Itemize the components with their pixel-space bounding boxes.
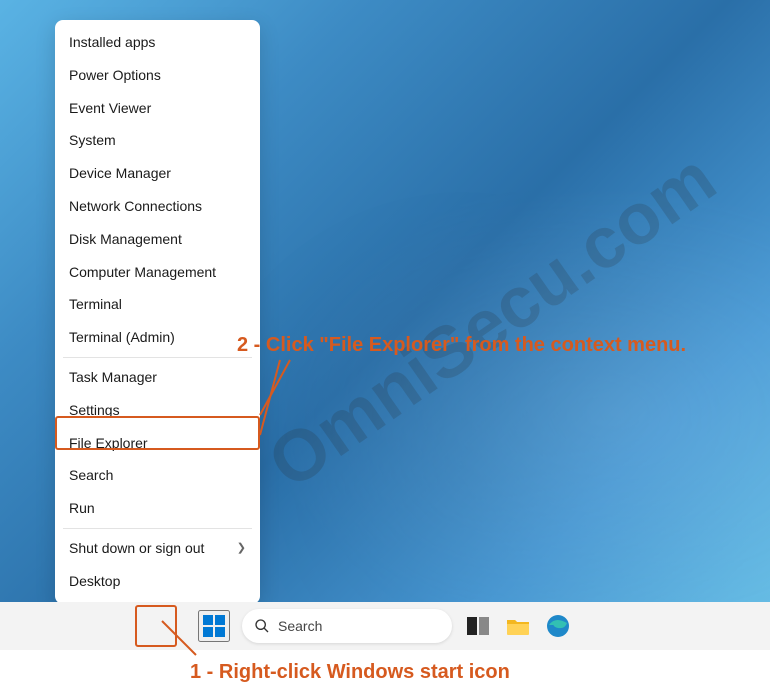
chevron-right-icon: ❯ [237, 542, 246, 555]
menu-item-label: Power Options [69, 67, 161, 84]
menu-item-device-manager[interactable]: Device Manager [55, 157, 260, 190]
menu-item-power-options[interactable]: Power Options [55, 59, 260, 92]
folder-icon [506, 616, 530, 636]
menu-item-terminal-admin[interactable]: Terminal (Admin) [55, 321, 260, 354]
menu-item-system[interactable]: System [55, 124, 260, 157]
menu-item-label: Shut down or sign out [69, 540, 204, 557]
menu-divider [63, 528, 252, 529]
menu-item-label: File Explorer [69, 435, 148, 452]
task-view-icon [467, 617, 489, 635]
annotation-step-1: 1 - Right-click Windows start icon [190, 661, 510, 684]
menu-item-installed-apps[interactable]: Installed apps [55, 26, 260, 59]
task-view-button[interactable] [464, 612, 492, 640]
edge-icon [546, 614, 570, 638]
menu-item-label: Settings [69, 402, 120, 419]
menu-divider [63, 357, 252, 358]
menu-item-network-connections[interactable]: Network Connections [55, 190, 260, 223]
menu-item-label: Terminal [69, 296, 122, 313]
menu-item-label: Run [69, 500, 95, 517]
file-explorer-taskbar-button[interactable] [504, 612, 532, 640]
menu-item-settings[interactable]: Settings [55, 394, 260, 427]
menu-item-label: Device Manager [69, 165, 171, 182]
menu-item-label: Event Viewer [69, 100, 151, 117]
menu-item-terminal[interactable]: Terminal [55, 288, 260, 321]
menu-item-file-explorer[interactable]: File Explorer [55, 427, 260, 460]
annotation-line-1 [160, 619, 200, 659]
menu-item-computer-management[interactable]: Computer Management [55, 256, 260, 289]
edge-taskbar-button[interactable] [544, 612, 572, 640]
menu-item-task-manager[interactable]: Task Manager [55, 361, 260, 394]
menu-item-label: Installed apps [69, 34, 155, 51]
menu-item-label: Disk Management [69, 231, 182, 248]
menu-item-label: Terminal (Admin) [69, 329, 175, 346]
menu-item-label: Desktop [69, 573, 120, 590]
winx-context-menu: Installed apps Power Options Event Viewe… [55, 20, 260, 604]
menu-item-run[interactable]: Run [55, 492, 260, 525]
menu-item-label: Search [69, 467, 113, 484]
menu-item-disk-management[interactable]: Disk Management [55, 223, 260, 256]
annotation-step-2: 2 - Click "File Explorer" from the conte… [237, 334, 686, 357]
windows-logo-icon [202, 614, 226, 638]
menu-item-event-viewer[interactable]: Event Viewer [55, 92, 260, 125]
annotation-line-2 [255, 355, 295, 445]
start-button[interactable] [198, 610, 230, 642]
menu-item-label: Task Manager [69, 369, 157, 386]
watermark-text: OmniSecu.com [254, 137, 730, 505]
search-icon [254, 618, 270, 634]
menu-item-label: Network Connections [69, 198, 202, 215]
menu-item-label: Computer Management [69, 264, 216, 281]
menu-item-desktop[interactable]: Desktop [55, 565, 260, 598]
menu-item-label: System [69, 132, 116, 149]
taskbar-search[interactable]: Search [242, 609, 452, 643]
taskbar: Search [0, 602, 770, 650]
menu-item-shut-down-or-sign-out[interactable]: Shut down or sign out ❯ [55, 532, 260, 565]
menu-item-search[interactable]: Search [55, 459, 260, 492]
search-placeholder: Search [278, 618, 322, 634]
